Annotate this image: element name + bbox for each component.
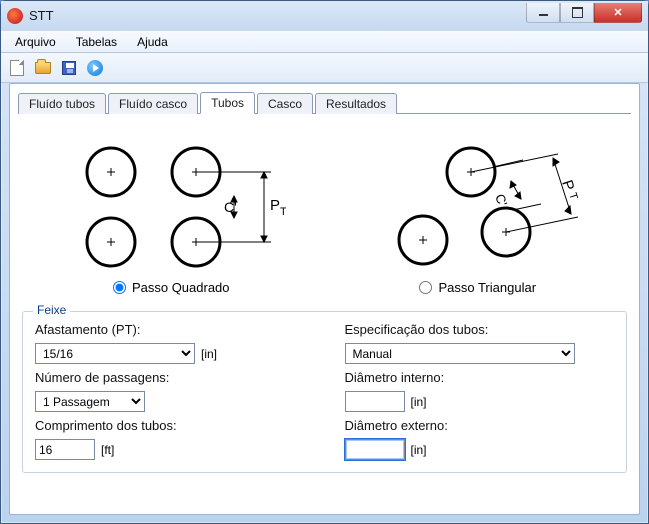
radio-triangular-label: Passo Triangular bbox=[438, 280, 536, 295]
groupbox-legend: Feixe bbox=[33, 303, 70, 317]
passagens-label: Número de passagens: bbox=[35, 370, 305, 385]
tab-tubos[interactable]: Tubos bbox=[200, 92, 255, 114]
save-disk-icon bbox=[62, 61, 76, 75]
open-folder-icon bbox=[35, 62, 51, 74]
afastamento-select[interactable]: 15/16 bbox=[35, 343, 195, 364]
espec-label: Especificação dos tubos: bbox=[345, 322, 615, 337]
square-pitch-svg: C' P T bbox=[56, 132, 286, 272]
new-file-icon bbox=[10, 60, 24, 76]
comprimento-label: Comprimento dos tubos: bbox=[35, 418, 305, 433]
close-button[interactable] bbox=[594, 3, 642, 23]
tab-fluido-tubos[interactable]: Fluído tubos bbox=[18, 93, 106, 114]
espec-select[interactable]: Manual bbox=[345, 343, 575, 364]
menu-arquivo[interactable]: Arquivo bbox=[7, 33, 64, 51]
diam-ext-input[interactable] bbox=[345, 439, 405, 460]
diagram-row: C' P T Passo Quadrado bbox=[18, 114, 631, 303]
c-label: C' bbox=[224, 199, 237, 215]
feixe-col-right: Especificação dos tubos: Manual Diâmetro… bbox=[345, 322, 615, 460]
menubar: Arquivo Tabelas Ajuda bbox=[1, 31, 648, 53]
c-label-tri: C' bbox=[492, 192, 510, 208]
tab-resultados[interactable]: Resultados bbox=[315, 93, 397, 114]
maximize-button[interactable] bbox=[560, 3, 594, 23]
diam-ext-unit: [in] bbox=[411, 443, 427, 457]
pt-sub-tri: T bbox=[566, 191, 580, 201]
run-play-icon bbox=[87, 60, 103, 76]
app-icon bbox=[7, 8, 23, 24]
groupbox-feixe: Feixe Afastamento (PT): 15/16 [in] Númer… bbox=[22, 311, 627, 473]
comprimento-input[interactable] bbox=[35, 439, 95, 460]
diam-ext-label: Diâmetro externo: bbox=[345, 418, 615, 433]
comprimento-unit: [ft] bbox=[101, 443, 114, 457]
afastamento-label: Afastamento (PT): bbox=[35, 322, 305, 337]
feixe-col-left: Afastamento (PT): 15/16 [in] Número de p… bbox=[35, 322, 305, 460]
window-buttons bbox=[526, 3, 642, 23]
run-button[interactable] bbox=[85, 58, 105, 78]
diagram-quadrado: C' P T Passo Quadrado bbox=[38, 132, 305, 295]
menu-tabelas[interactable]: Tabelas bbox=[68, 33, 125, 51]
diagram-triangular: C' P T Passo Triangular bbox=[345, 132, 612, 295]
save-button[interactable] bbox=[59, 58, 79, 78]
pt-label-tri: P bbox=[558, 178, 577, 193]
minimize-button[interactable] bbox=[526, 3, 560, 23]
titlebar: STT bbox=[1, 1, 648, 31]
open-button[interactable] bbox=[33, 58, 53, 78]
tab-fluido-casco[interactable]: Fluído casco bbox=[108, 93, 198, 114]
diam-int-unit: [in] bbox=[411, 395, 427, 409]
menu-ajuda[interactable]: Ajuda bbox=[129, 33, 176, 51]
toolbar bbox=[1, 53, 648, 83]
window-title: STT bbox=[29, 8, 526, 23]
new-button[interactable] bbox=[7, 58, 27, 78]
pt-sub: T bbox=[280, 206, 286, 218]
radio-passo-triangular[interactable] bbox=[419, 281, 432, 294]
pt-label: P bbox=[270, 197, 280, 214]
tab-casco[interactable]: Casco bbox=[257, 93, 313, 114]
app-window: STT Arquivo Tabelas Ajuda Fluído tubos F… bbox=[0, 0, 649, 524]
triangular-pitch-svg: C' P T bbox=[363, 132, 593, 272]
diam-int-input[interactable] bbox=[345, 391, 405, 412]
tabstrip: Fluído tubos Fluído casco Tubos Casco Re… bbox=[18, 90, 631, 114]
passagens-select[interactable]: 1 Passagem bbox=[35, 391, 145, 412]
client-area: Fluído tubos Fluído casco Tubos Casco Re… bbox=[9, 83, 640, 515]
radio-quadrado-label: Passo Quadrado bbox=[132, 280, 230, 295]
diam-int-label: Diâmetro interno: bbox=[345, 370, 615, 385]
afastamento-unit: [in] bbox=[201, 347, 217, 361]
radio-passo-quadrado[interactable] bbox=[113, 281, 126, 294]
